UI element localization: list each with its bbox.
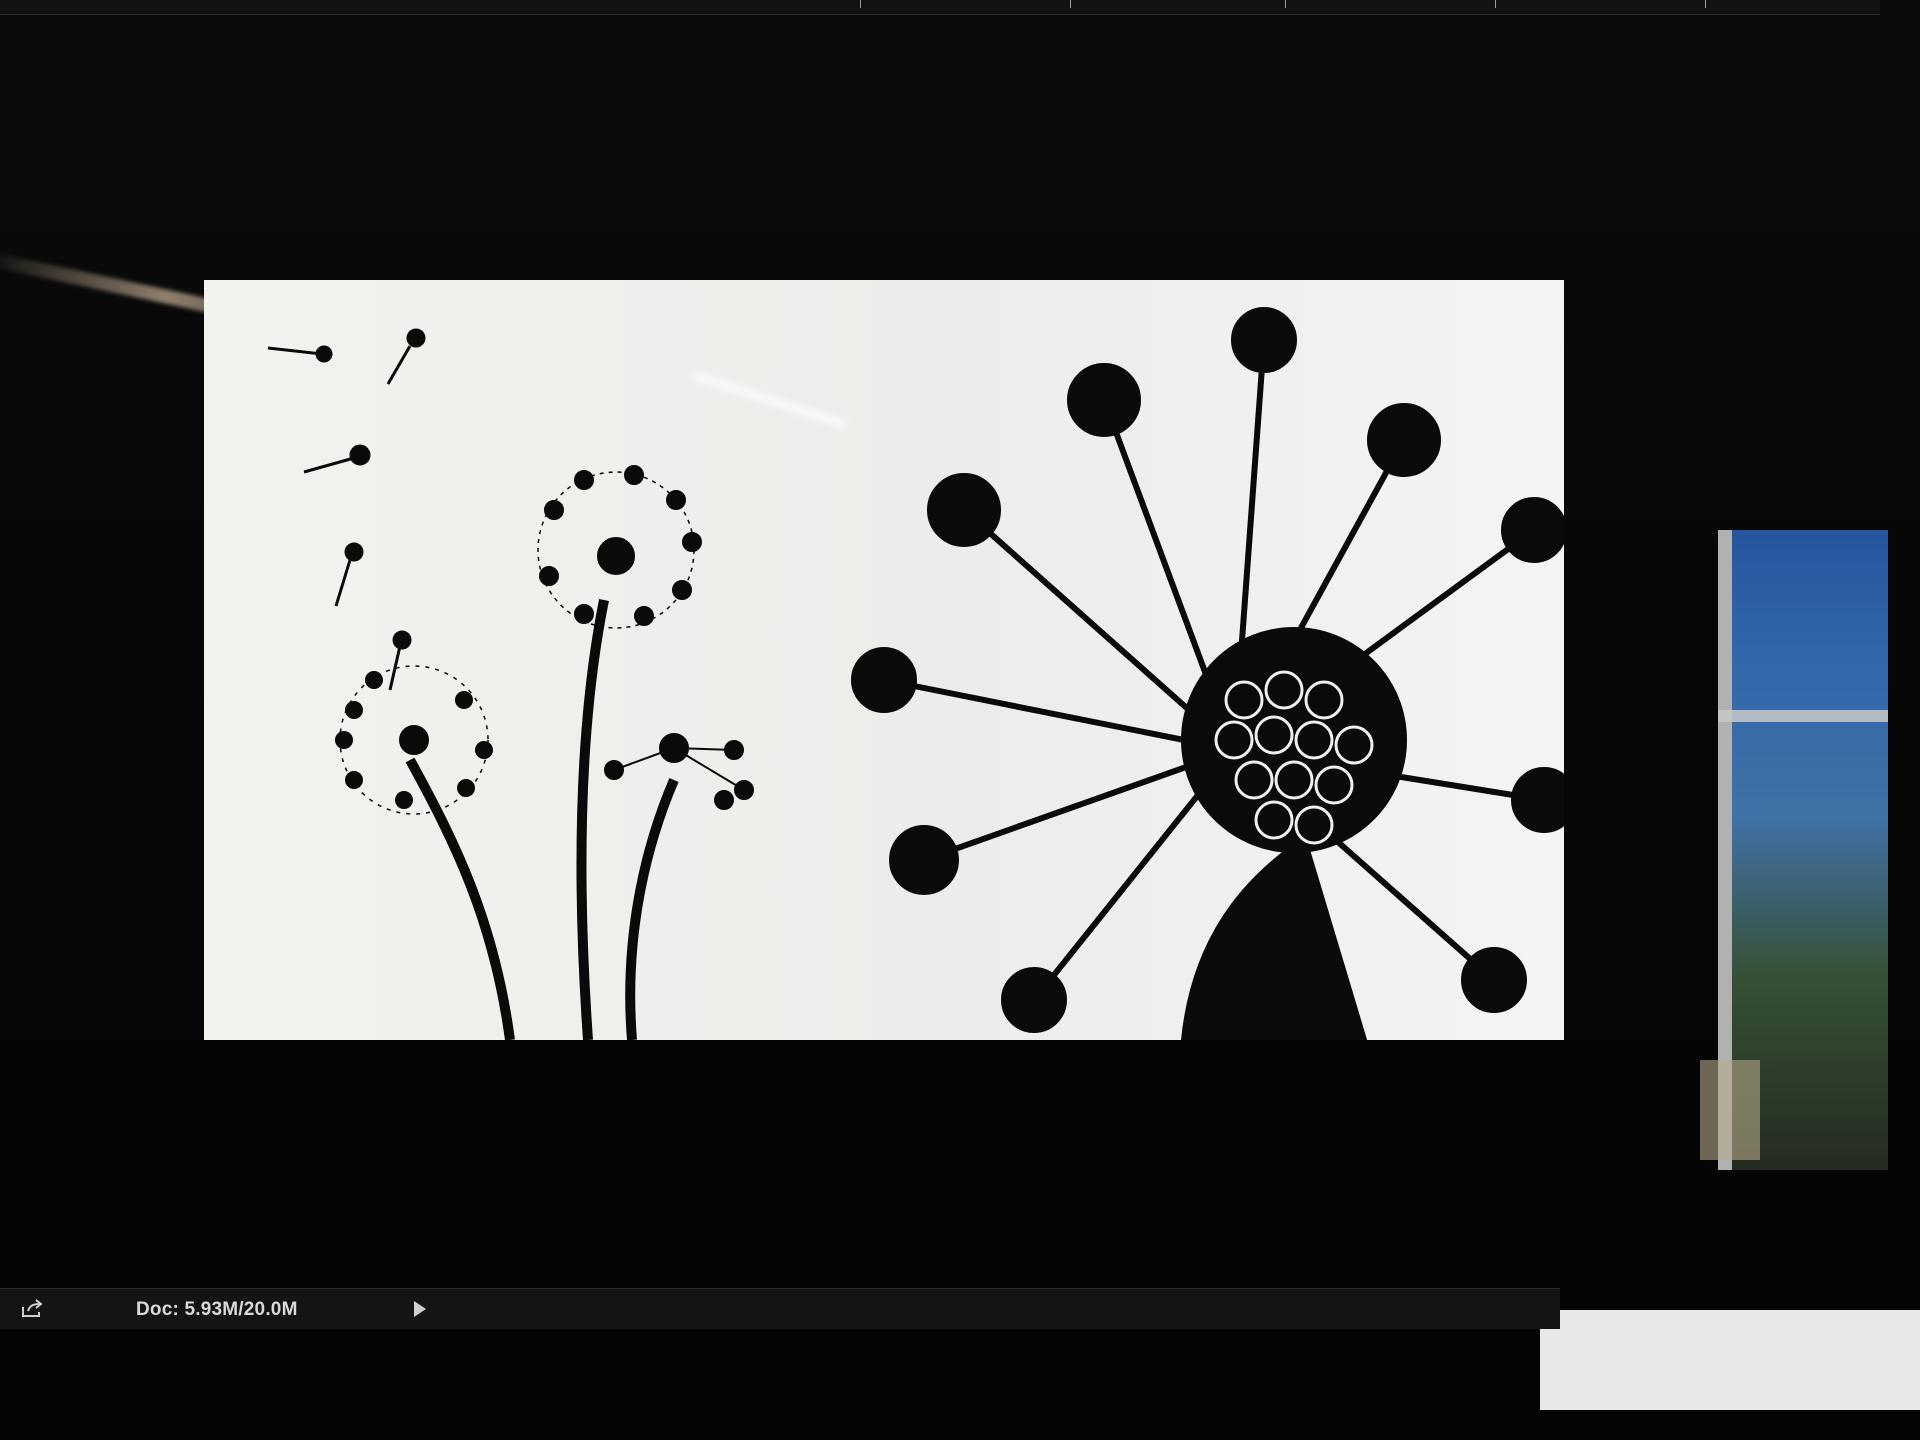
flying-seed (386, 328, 426, 385)
stem (405, 757, 515, 1040)
flying-seed (303, 444, 371, 474)
half-dandelion-head (604, 733, 754, 810)
status-bar: Doc: 5.93M/20.0M (0, 1288, 1560, 1329)
share-icon[interactable] (20, 1299, 44, 1319)
stem (576, 599, 609, 1040)
ruler-tick (1070, 0, 1071, 8)
document-canvas[interactable] (204, 280, 1564, 1040)
small-dandelion-head (335, 665, 493, 815)
monitor-screen: Doc: 5.93M/20.0M (0, 0, 1920, 1440)
dandelion-artwork (267, 307, 1564, 1040)
large-dandelion-head (851, 307, 1564, 1040)
bottom-right-panel (1540, 1310, 1920, 1410)
ruler-tick (1705, 0, 1706, 8)
flying-seed (267, 345, 333, 363)
ruler-tick (1495, 0, 1496, 8)
ruler-tick (1285, 0, 1286, 8)
document-size-info: Doc: 5.93M/20.0M (136, 1299, 298, 1320)
play-arrow-icon[interactable] (414, 1301, 426, 1317)
flying-seed (388, 630, 412, 691)
stem (625, 778, 679, 1040)
window-sill-reflection (1700, 1060, 1760, 1160)
top-ruler (0, 0, 1880, 15)
middle-dandelion-head (537, 465, 702, 629)
window-frame-reflection (1718, 710, 1888, 722)
ruler-tick (860, 0, 861, 8)
flying-seed (334, 542, 364, 607)
